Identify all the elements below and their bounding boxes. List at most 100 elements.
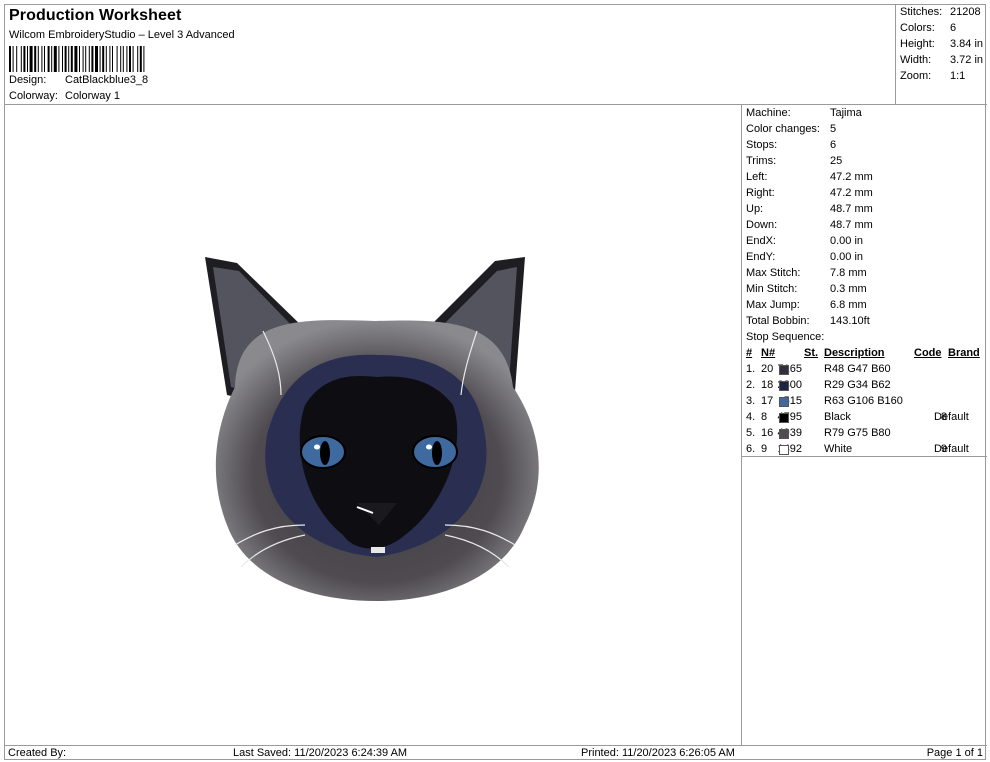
stat-label: Left: [746, 171, 768, 183]
stat-label: Color changes: [746, 123, 820, 135]
worksheet: Production Worksheet Wilcom EmbroiderySt… [4, 4, 987, 761]
stat-endy: EndY: 0.00 in [746, 251, 863, 263]
stat-label: Max Jump: [746, 299, 800, 311]
col-header-description: Description [824, 347, 885, 359]
row-description: R79 G75 B80 [824, 427, 891, 439]
row-needle: 17 [761, 395, 774, 407]
summary-stitches: Stitches: 21208 [900, 6, 981, 18]
design-summary: Stitches: 21208 Colors: 6 Height: 3.84 in W… [895, 5, 987, 105]
stat-trims: Trims: 25 [746, 155, 842, 167]
summary-colors: Colors: 6 [900, 22, 956, 34]
color-swatch [779, 381, 789, 391]
row-needle: 9 [761, 443, 768, 455]
stat-label: Min Stitch: [746, 283, 798, 295]
design-preview [5, 105, 742, 745]
color-swatch [779, 413, 789, 423]
stat-min-stitch: Min Stitch: 0.3 mm [746, 283, 867, 295]
row-needle: 16 [761, 427, 774, 439]
color-swatch [779, 397, 789, 407]
summary-value: 3.84 in [950, 38, 984, 50]
col-header-brand: Brand [948, 347, 980, 359]
row-needle: 20 [761, 363, 774, 375]
stat-label: Machine: [746, 107, 791, 119]
row-brand: Default [934, 443, 969, 455]
stat-value: 47.2 mm [830, 171, 873, 183]
summary-label: Height: [900, 38, 935, 50]
summary-value: 3.72 in [950, 54, 984, 66]
stat-label: Down: [746, 219, 778, 231]
stat-value: 6.8 mm [830, 299, 867, 311]
colorway-label: Colorway: [9, 90, 58, 102]
summary-zoom: Zoom: 1:1 [900, 70, 965, 82]
row-description: R48 G47 B60 [824, 363, 891, 375]
color-swatch [779, 445, 789, 455]
colorway-value: Colorway 1 [65, 90, 121, 102]
row-num: 5. [746, 427, 756, 439]
color-swatch [779, 429, 789, 439]
barcode [9, 46, 145, 72]
printed-date: Printed: 11/20/2023 6:26:05 AM [581, 747, 735, 759]
row-needle: 8 [761, 411, 768, 423]
stat-down: Down: 48.7 mm [746, 219, 873, 231]
stop-sequence-table: # N# St. Description Code Brand 1. 20 7165… [742, 345, 987, 457]
row-num: 3. [746, 395, 756, 407]
stat-machine: Machine: Tajima [746, 107, 862, 119]
summary-value: 6 [950, 22, 957, 34]
page-number: Page 1 of 1 [926, 747, 983, 759]
worksheet-header: Production Worksheet Wilcom EmbroiderySt… [5, 5, 895, 105]
created-by: Created By: [8, 747, 67, 759]
col-header-stitches: St. [804, 347, 819, 359]
summary-value: 21208 [950, 6, 981, 18]
stat-label: EndY: [746, 251, 776, 263]
row-description: R29 G34 B62 [824, 379, 891, 391]
stat-value: Tajima [830, 107, 862, 119]
col-header-code: Code [914, 347, 942, 359]
software-name: Wilcom EmbroideryStudio – Level 3 Advanc… [9, 29, 235, 41]
stat-total-bobbin: Total Bobbin: 143.10ft [746, 315, 870, 327]
summary-label: Zoom: [900, 70, 932, 82]
stat-label: Max Stitch: [746, 267, 801, 279]
stat-stops: Stops: 6 [746, 139, 836, 151]
stat-value: 143.10ft [830, 315, 870, 327]
stat-value: 6 [830, 139, 837, 151]
stat-value: 5 [830, 123, 837, 135]
row-description: Black [824, 411, 851, 423]
stat-value: 7.8 mm [830, 267, 867, 279]
design-row: Design: CatBlackblue3_8 [9, 74, 148, 86]
stat-up: Up: 48.7 mm [746, 203, 873, 215]
row-num: 2. [746, 379, 756, 391]
design-label: Design: [9, 74, 47, 86]
last-saved: Last Saved: 11/20/2023 6:24:39 AM [233, 747, 408, 759]
stop-sequence-label: Stop Sequence: [746, 331, 825, 343]
row-num: 6. [746, 443, 756, 455]
worksheet-footer: Created By: Last Saved: 11/20/2023 6:24:… [5, 745, 987, 761]
stat-value: 48.7 mm [830, 203, 873, 215]
stat-value: 0.00 in [830, 235, 864, 247]
row-brand: Default [934, 411, 969, 423]
summary-width: Width: 3.72 in [900, 54, 983, 66]
summary-label: Stitches: [900, 6, 943, 18]
stat-value: 25 [830, 155, 843, 167]
stat-right: Right: 47.2 mm [746, 187, 873, 199]
stat-left: Left: 47.2 mm [746, 171, 873, 183]
stat-label: Right: [746, 187, 775, 199]
stat-max-stitch: Max Stitch: 7.8 mm [746, 267, 867, 279]
stat-value: 48.7 mm [830, 219, 873, 231]
stat-label: Up: [746, 203, 764, 215]
design-value: CatBlackblue3_8 [65, 74, 149, 86]
stat-label: EndX: [746, 235, 776, 247]
summary-height: Height: 3.84 in [900, 38, 983, 50]
color-swatch [779, 365, 789, 375]
stat-max-jump: Max Jump: 6.8 mm [746, 299, 867, 311]
row-num: 4. [746, 411, 756, 423]
stat-value: 0.00 in [830, 251, 864, 263]
summary-label: Width: [900, 54, 932, 66]
summary-value: 1:1 [950, 70, 966, 82]
summary-label: Colors: [900, 22, 935, 34]
stat-endx: EndX: 0.00 in [746, 235, 863, 247]
stat-value: 0.3 mm [830, 283, 867, 295]
stat-label: Total Bobbin: [746, 315, 810, 327]
row-needle: 18 [761, 379, 774, 391]
embroidery-cat-image [205, 257, 539, 601]
stat-label: Stops: [746, 139, 778, 151]
